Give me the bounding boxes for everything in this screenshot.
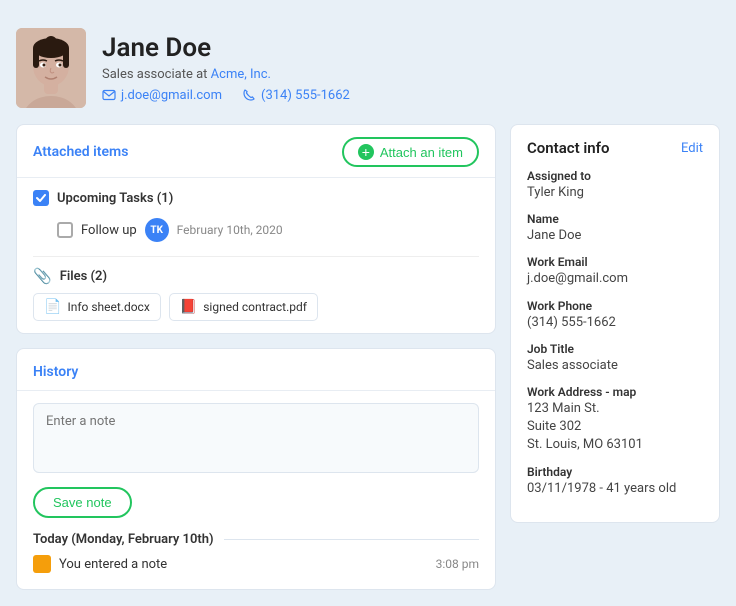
- file-chip-1[interactable]: 📕 signed contract.pdf: [169, 293, 318, 321]
- paperclip-icon: 📎: [33, 267, 52, 285]
- task-date: February 10th, 2020: [177, 223, 283, 237]
- contact-info-card: Contact info Edit Assigned to Tyler King…: [510, 124, 720, 523]
- phone-icon: [242, 88, 256, 102]
- email-link[interactable]: j.doe@gmail.com: [121, 88, 222, 103]
- contact-field-1: Name Jane Doe: [527, 212, 703, 245]
- company-link[interactable]: Acme, Inc.: [211, 67, 271, 82]
- files-section-title: Files (2): [60, 269, 107, 284]
- tasks-checkbox-checked[interactable]: [33, 190, 49, 206]
- field-label-2: Work Email: [527, 255, 703, 269]
- history-line: [224, 539, 479, 540]
- history-card: History Save note Today (Monday, Februar…: [16, 348, 496, 590]
- contact-field-2: Work Email j.doe@gmail.com: [527, 255, 703, 288]
- profile-contact: j.doe@gmail.com (314) 555-1662: [102, 88, 720, 103]
- task-assignee-badge: TK: [145, 218, 169, 242]
- contact-field-6: Birthday 03/11/1978 - 41 years old: [527, 465, 703, 498]
- email-contact: j.doe@gmail.com: [102, 88, 222, 103]
- right-column: Contact info Edit Assigned to Tyler King…: [510, 124, 720, 523]
- task-name: Follow up: [81, 223, 137, 238]
- field-value-1: Jane Doe: [527, 227, 703, 245]
- note-textarea[interactable]: [33, 403, 479, 473]
- task-row: Follow up TK February 10th, 2020: [33, 214, 479, 246]
- history-entry-text: You entered a note: [59, 557, 428, 572]
- field-label-0: Assigned to: [527, 169, 703, 183]
- task-checkbox[interactable]: [57, 222, 73, 238]
- field-value-0: Tyler King: [527, 184, 703, 202]
- field-label-4: Job Title: [527, 342, 703, 356]
- doc-icon: 📄: [44, 299, 61, 315]
- contact-field-3: Work Phone (314) 555-1662: [527, 299, 703, 332]
- profile-name: Jane Doe: [102, 33, 720, 64]
- pdf-icon: 📕: [180, 299, 197, 315]
- field-label-5: Work Address - map: [527, 385, 703, 399]
- email-icon: [102, 88, 116, 102]
- profile-info: Jane Doe Sales associate at Acme, Inc. j…: [102, 33, 720, 102]
- attached-items-body: Upcoming Tasks (1) Follow up TK February…: [17, 178, 495, 333]
- history-header: History: [17, 349, 495, 391]
- attached-items-title: Attached items: [33, 144, 128, 160]
- contact-info-title: Contact info: [527, 139, 609, 157]
- field-value-6: 03/11/1978 - 41 years old: [527, 480, 703, 498]
- file-name-0: Info sheet.docx: [67, 300, 149, 314]
- section-divider: [33, 256, 479, 257]
- field-value-2: j.doe@gmail.com: [527, 270, 703, 288]
- main-layout: Attached items + Attach an item: [16, 124, 720, 590]
- profile-header: Jane Doe Sales associate at Acme, Inc. j…: [16, 16, 720, 124]
- contact-card-header: Contact info Edit: [527, 139, 703, 157]
- field-value-4: Sales associate: [527, 357, 703, 375]
- attach-item-button[interactable]: + Attach an item: [342, 137, 479, 167]
- left-column: Attached items + Attach an item: [16, 124, 496, 590]
- field-label-1: Name: [527, 212, 703, 226]
- phone-link[interactable]: (314) 555-1662: [261, 88, 350, 103]
- attach-button-label: Attach an item: [380, 145, 463, 160]
- history-body: Save note Today (Monday, February 10th) …: [17, 391, 495, 589]
- history-title: History: [33, 364, 78, 380]
- history-date: Today (Monday, February 10th): [33, 532, 214, 547]
- field-label-6: Birthday: [527, 465, 703, 479]
- history-entry-icon: [33, 555, 51, 573]
- contact-field-0: Assigned to Tyler King: [527, 169, 703, 202]
- attached-items-header: Attached items + Attach an item: [17, 125, 495, 178]
- page-container: Jane Doe Sales associate at Acme, Inc. j…: [0, 0, 736, 606]
- field-label-3: Work Phone: [527, 299, 703, 313]
- plus-icon: +: [358, 144, 374, 160]
- files-section-label: 📎 Files (2): [33, 267, 479, 285]
- field-value-3: (314) 555-1662: [527, 314, 703, 332]
- file-name-1: signed contract.pdf: [203, 300, 307, 314]
- save-note-button[interactable]: Save note: [33, 487, 132, 518]
- history-entry-0: You entered a note 3:08 pm: [33, 551, 479, 577]
- phone-contact: (314) 555-1662: [242, 88, 350, 103]
- contact-field-4: Job Title Sales associate: [527, 342, 703, 375]
- field-value-5: 123 Main St. Suite 302 St. Louis, MO 631…: [527, 400, 703, 455]
- history-date-row: Today (Monday, February 10th): [33, 532, 479, 551]
- files-row: 📄 Info sheet.docx 📕 signed contract.pdf: [33, 293, 479, 321]
- tasks-section-label: Upcoming Tasks (1): [33, 190, 479, 206]
- tasks-section-title: Upcoming Tasks (1): [57, 191, 173, 206]
- edit-link[interactable]: Edit: [681, 141, 703, 156]
- profile-title: Sales associate at Acme, Inc.: [102, 67, 720, 82]
- file-chip-0[interactable]: 📄 Info sheet.docx: [33, 293, 161, 321]
- avatar: [16, 28, 86, 108]
- history-entry-time: 3:08 pm: [436, 557, 479, 571]
- contact-field-5: Work Address - map 123 Main St. Suite 30…: [527, 385, 703, 455]
- attached-items-card: Attached items + Attach an item: [16, 124, 496, 334]
